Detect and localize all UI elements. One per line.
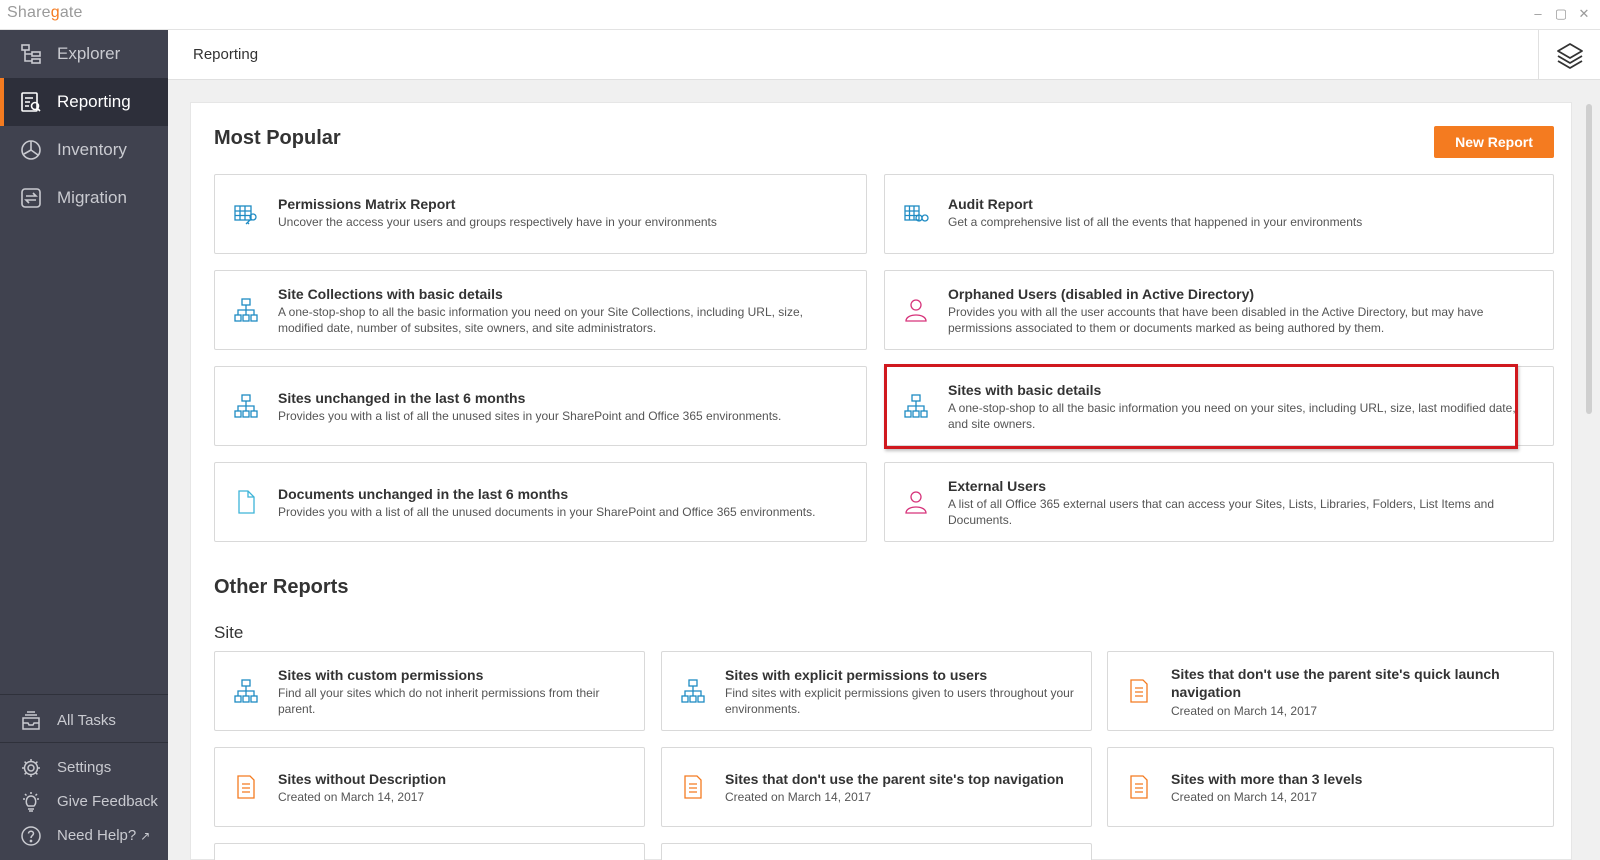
page-header: Reporting	[168, 30, 1600, 80]
sidebar-item-all-tasks[interactable]: All Tasks	[0, 704, 168, 738]
report-title: Sites unchanged in the last 6 months	[278, 390, 526, 406]
report-description: Get a comprehensive list of all the even…	[948, 215, 1363, 229]
gear-icon	[20, 757, 42, 779]
report-card-top-navigation[interactable]: Sites that don't use the parent site's t…	[661, 747, 1092, 827]
most-popular-heading: Most Popular	[214, 127, 341, 149]
custom-report-icon	[233, 774, 259, 800]
title-bar: Sharegate – ▢ ✕	[0, 0, 1600, 30]
custom-report-icon	[1126, 678, 1152, 704]
report-card-partial[interactable]	[661, 843, 1092, 860]
report-title: Site Collections with basic details	[278, 286, 503, 302]
report-title: Permissions Matrix Report	[278, 196, 456, 212]
sidebar-item-label: Give Feedback	[57, 793, 158, 810]
report-title: Documents unchanged in the last 6 months	[278, 486, 569, 502]
report-card-orphaned-users[interactable]: Orphaned Users (disabled in Active Direc…	[884, 270, 1554, 350]
sidebar: Explorer Reporting Inventory Migration A…	[0, 30, 168, 860]
report-description: Provides you with a list of all the unus…	[278, 505, 816, 519]
sidebar-item-label: Migration	[57, 188, 127, 207]
report-description: Provides you with a list of all the unus…	[278, 409, 782, 423]
sidebar-item-label: Explorer	[57, 44, 121, 63]
new-report-button[interactable]: New Report	[1434, 126, 1554, 158]
migration-arrows-icon	[20, 187, 42, 209]
report-card-quick-launch-navigation[interactable]: Sites that don't use the parent site's q…	[1107, 651, 1554, 731]
user-icon	[903, 489, 929, 515]
report-title: Sites with explicit permissions to users	[725, 667, 988, 683]
report-card-audit[interactable]: Audit Report Get a comprehensive list of…	[884, 174, 1554, 254]
sidebar-item-label: Reporting	[57, 92, 131, 111]
help-icon	[20, 825, 42, 847]
user-icon	[903, 297, 929, 323]
report-card-partial[interactable]	[214, 843, 645, 860]
sidebar-item-explorer[interactable]: Explorer	[0, 30, 168, 78]
report-card-sites-custom-permissions[interactable]: Sites with custom permissions Find all y…	[214, 651, 645, 731]
permissions-matrix-icon	[233, 201, 259, 227]
external-link-icon: ↗	[140, 829, 151, 843]
site-hierarchy-icon	[680, 678, 706, 704]
minimize-button[interactable]: –	[1530, 6, 1546, 21]
maximize-button[interactable]: ▢	[1553, 6, 1569, 22]
report-description: A one-stop-shop to all the basic informa…	[278, 305, 803, 335]
report-card-sites-without-description[interactable]: Sites without Description Created on Mar…	[214, 747, 645, 827]
report-description: Uncover the access your users and groups…	[278, 215, 717, 229]
tray-icon	[20, 710, 42, 732]
report-card-permissions-matrix[interactable]: Permissions Matrix Report Uncover the ac…	[214, 174, 867, 254]
report-card-more-than-3-levels[interactable]: Sites with more than 3 levels Created on…	[1107, 747, 1554, 827]
document-icon	[233, 489, 259, 515]
custom-report-icon	[1126, 774, 1152, 800]
report-description: Created on March 14, 2017	[725, 790, 872, 804]
sidebar-item-inventory[interactable]: Inventory	[0, 126, 168, 174]
sidebar-item-give-feedback[interactable]: Give Feedback	[0, 785, 168, 819]
site-hierarchy-icon	[233, 678, 259, 704]
site-hierarchy-icon	[233, 297, 259, 323]
sidebar-item-need-help[interactable]: Need Help? ↗	[0, 819, 168, 853]
sidebar-item-label: Settings	[57, 759, 112, 776]
report-title: Orphaned Users (disabled in Active Direc…	[948, 286, 1255, 302]
selection-highlight	[884, 364, 1518, 449]
report-title: Sites with more than 3 levels	[1171, 771, 1363, 787]
page-title: Reporting	[193, 46, 259, 63]
report-description: Find all your sites which do not inherit…	[278, 686, 600, 716]
report-description: Created on March 14, 2017	[1171, 704, 1318, 718]
site-hierarchy-icon	[233, 393, 259, 419]
report-icon	[20, 91, 42, 113]
report-title: Audit Report	[948, 196, 1033, 212]
report-description: Created on March 14, 2017	[1171, 790, 1318, 804]
report-card-external-users[interactable]: External Users A list of all Office 365 …	[884, 462, 1554, 542]
report-title: Sites that don't use the parent site's t…	[725, 771, 1064, 787]
sidebar-divider	[0, 694, 168, 695]
report-card-sites-unchanged[interactable]: Sites unchanged in the last 6 months Pro…	[214, 366, 867, 446]
report-description: A list of all Office 365 external users …	[948, 497, 1495, 527]
sidebar-item-label: All Tasks	[57, 712, 116, 729]
site-section-heading: Site	[214, 623, 244, 642]
report-description: Provides you with all the user accounts …	[948, 305, 1484, 335]
report-title: Sites without Description	[278, 771, 447, 787]
sidebar-divider	[0, 742, 168, 743]
report-card-sites-explicit-permissions[interactable]: Sites with explicit permissions to users…	[661, 651, 1092, 731]
lightbulb-icon	[20, 791, 42, 813]
report-title: Sites with custom permissions	[278, 667, 484, 683]
sidebar-item-migration[interactable]: Migration	[0, 174, 168, 222]
report-card-site-collections[interactable]: Site Collections with basic details A on…	[214, 270, 867, 350]
sidebar-item-label: Inventory	[57, 140, 127, 159]
other-reports-heading: Other Reports	[214, 576, 349, 598]
sidebar-item-label: Need Help? ↗	[57, 827, 151, 844]
report-title: External Users	[948, 478, 1047, 494]
custom-report-icon	[680, 774, 706, 800]
sidebar-item-settings[interactable]: Settings	[0, 751, 168, 785]
app-logo: Sharegate	[7, 4, 83, 21]
scrollbar-thumb[interactable]	[1586, 104, 1592, 414]
report-description: Created on March 14, 2017	[278, 790, 425, 804]
report-card-documents-unchanged[interactable]: Documents unchanged in the last 6 months…	[214, 462, 867, 542]
report-description: Find sites with explicit permissions giv…	[725, 686, 1074, 716]
audit-icon	[903, 201, 929, 227]
explorer-tree-icon	[20, 43, 42, 65]
close-button[interactable]: ✕	[1576, 6, 1592, 22]
report-title: Sites that don't use the parent site's q…	[1171, 666, 1500, 700]
sidebar-item-reporting[interactable]: Reporting	[0, 78, 168, 126]
inventory-chart-icon	[20, 139, 42, 161]
layers-button[interactable]	[1538, 30, 1600, 80]
